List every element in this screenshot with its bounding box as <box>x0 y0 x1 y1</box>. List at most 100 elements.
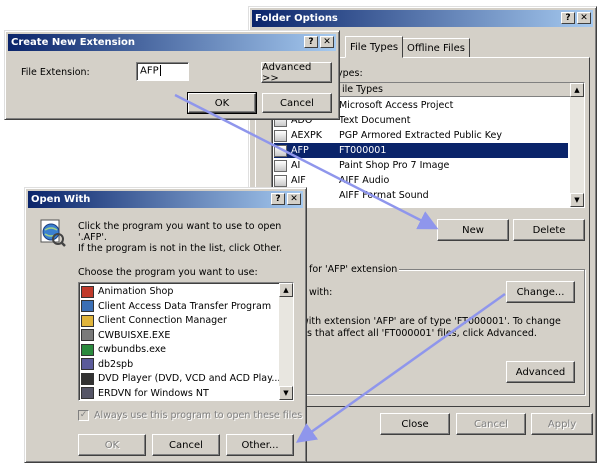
file-type-row[interactable]: CAIFF Format Sound <box>274 188 568 203</box>
scroll-down-icon[interactable]: ▼ <box>570 193 584 207</box>
program-list-item[interactable]: CWBUISXE.EXE <box>81 328 277 343</box>
advanced-button[interactable]: Advanced >> <box>261 61 332 84</box>
cancel-button[interactable]: Cancel <box>152 434 220 456</box>
ok-button[interactable]: OK <box>187 92 257 114</box>
details-text-line2: gs that affect all 'FT000001' files, cli… <box>301 328 537 339</box>
change-button[interactable]: Change... <box>506 281 575 303</box>
file-extension-input[interactable]: AFP <box>136 62 189 81</box>
help-icon[interactable]: ? <box>271 193 285 205</box>
cancel-button-label: Cancel <box>474 418 508 430</box>
program-list-item[interactable]: db2spb <box>81 357 277 372</box>
change-button-label: Change... <box>516 286 565 298</box>
file-extension-value: AFP <box>140 65 159 77</box>
file-type-row[interactable]: AFP FT000001 <box>274 143 568 158</box>
new-button[interactable]: New <box>437 219 509 241</box>
file-type-description: Text Document <box>339 115 411 126</box>
close-button[interactable]: Close <box>380 413 450 435</box>
close-button-label: Close <box>401 418 429 430</box>
program-list-item[interactable]: Client Connection Manager <box>81 313 277 328</box>
text-cursor <box>159 65 161 76</box>
file-type-extension: AFP <box>291 145 309 156</box>
file-type-extension: AIF <box>291 175 306 186</box>
file-type-description: Microsoft Access Project <box>339 100 454 111</box>
create-new-extension-dialog: Create New Extension ? ✕ File Extension:… <box>4 30 340 120</box>
program-list-item[interactable]: Animation Shop <box>81 284 277 299</box>
tab-file-types[interactable]: File Types <box>345 36 404 58</box>
open-with-titlebar[interactable]: Open With ? ✕ <box>28 191 303 208</box>
program-icon <box>81 300 94 312</box>
file-type-icon <box>274 174 287 187</box>
program-list-item[interactable]: ERDVN for Windows NT <box>81 386 277 401</box>
cancel-button[interactable]: Cancel <box>456 413 526 435</box>
program-list-item[interactable]: cwbundbs.exe <box>81 342 277 357</box>
apply-button[interactable]: Apply <box>531 413 593 435</box>
file-type-row[interactable]: AI Paint Shop Pro 7 Image <box>274 158 568 173</box>
other-button[interactable]: Other... <box>226 434 294 456</box>
close-icon[interactable]: ✕ <box>320 36 334 48</box>
help-icon[interactable]: ? <box>561 12 575 24</box>
help-icon[interactable]: ? <box>304 36 318 48</box>
advanced-button-label: Advanced <box>515 366 566 378</box>
program-name: ERDVN for Windows NT <box>98 387 209 399</box>
cancel-button-label: Cancel <box>169 439 203 451</box>
program-icon <box>81 387 94 399</box>
scroll-up-icon[interactable]: ▲ <box>279 283 293 297</box>
file-type-description: AIFF Format Sound <box>339 190 429 201</box>
program-name: Animation Shop <box>98 286 174 297</box>
details-text-line1: with extension 'AFP' are of type 'FT0000… <box>301 316 561 327</box>
program-list-item[interactable]: Client Access Data Transfer Program <box>81 299 277 314</box>
cancel-button[interactable]: Cancel <box>262 93 332 113</box>
close-icon[interactable]: ✕ <box>287 193 301 205</box>
tab-label: File Types <box>350 41 399 53</box>
program-icon <box>81 285 94 298</box>
open-with-dialog: Open With ? ✕ Click the program you want… <box>24 187 307 463</box>
scroll-up-icon[interactable]: ▲ <box>570 83 584 97</box>
file-type-icon <box>274 159 287 172</box>
program-name: DVD Player (DVD, VCD and ACD Play... <box>98 373 281 384</box>
folder-options-title: Folder Options <box>255 13 338 24</box>
program-globe-icon <box>40 219 66 247</box>
delete-button-label: Delete <box>532 224 566 236</box>
file-types-scrollbar[interactable]: ▲ ▼ <box>570 83 584 207</box>
file-type-description: Paint Shop Pro 7 Image <box>339 160 450 171</box>
open-with-title: Open With <box>31 194 91 205</box>
always-use-checkbox[interactable]: ✓ <box>78 410 89 421</box>
details-group-label: s for 'AFP' extension <box>299 264 400 275</box>
close-icon[interactable]: ✕ <box>577 12 591 24</box>
open-with-desc-line3: If the program is not in the list, click… <box>78 243 283 254</box>
program-icon <box>81 343 94 356</box>
program-icon <box>81 358 94 370</box>
program-list[interactable]: Animation Shop Client Access Data Transfe… <box>78 282 294 401</box>
program-icon <box>81 329 94 341</box>
file-extension-label: File Extension: <box>21 67 90 78</box>
program-icon <box>81 314 94 327</box>
open-with-desc-line1: Click the program you want to use to ope… <box>78 221 282 232</box>
file-type-row[interactable]: AIF AIFF Audio <box>274 173 568 188</box>
choose-program-label: Choose the program you want to use: <box>78 267 258 278</box>
advanced-button[interactable]: Advanced <box>506 361 575 383</box>
ok-button-label: OK <box>104 439 120 451</box>
cancel-button-label: Cancel <box>280 97 314 109</box>
file-type-row[interactable]: AEXPK PGP Armored Extracted Public Key <box>274 128 568 143</box>
new-button-label: New <box>462 224 484 236</box>
folder-options-titlebar[interactable]: Folder Options ? ✕ <box>252 10 593 27</box>
open-with-desc-line2: '.AFP'. <box>78 232 107 243</box>
ok-button[interactable]: OK <box>78 434 146 456</box>
program-list-scrollbar[interactable]: ▲ ▼ <box>279 283 293 400</box>
create-ext-titlebar[interactable]: Create New Extension ? ✕ <box>8 34 336 51</box>
program-name: Client Connection Manager <box>98 315 227 326</box>
create-ext-title: Create New Extension <box>11 37 136 48</box>
scroll-down-icon[interactable]: ▼ <box>279 386 293 400</box>
program-name: db2spb <box>98 358 134 370</box>
advanced-button-label: Advanced >> <box>262 61 312 84</box>
file-type-description: AIFF Audio <box>339 175 390 186</box>
file-type-description: PGP Armored Extracted Public Key <box>339 130 503 141</box>
delete-button[interactable]: Delete <box>513 219 585 241</box>
tab-offline-files[interactable]: Offline Files <box>402 38 470 58</box>
program-list-item[interactable]: DVD Player (DVD, VCD and ACD Play... <box>81 371 281 386</box>
always-use-label: Always use this program to open these fi… <box>94 410 303 421</box>
ok-button-label: OK <box>214 97 230 109</box>
other-button-label: Other... <box>241 439 279 451</box>
file-type-extension: AEXPK <box>291 130 322 141</box>
registered-types-label: ypes: <box>337 68 363 79</box>
